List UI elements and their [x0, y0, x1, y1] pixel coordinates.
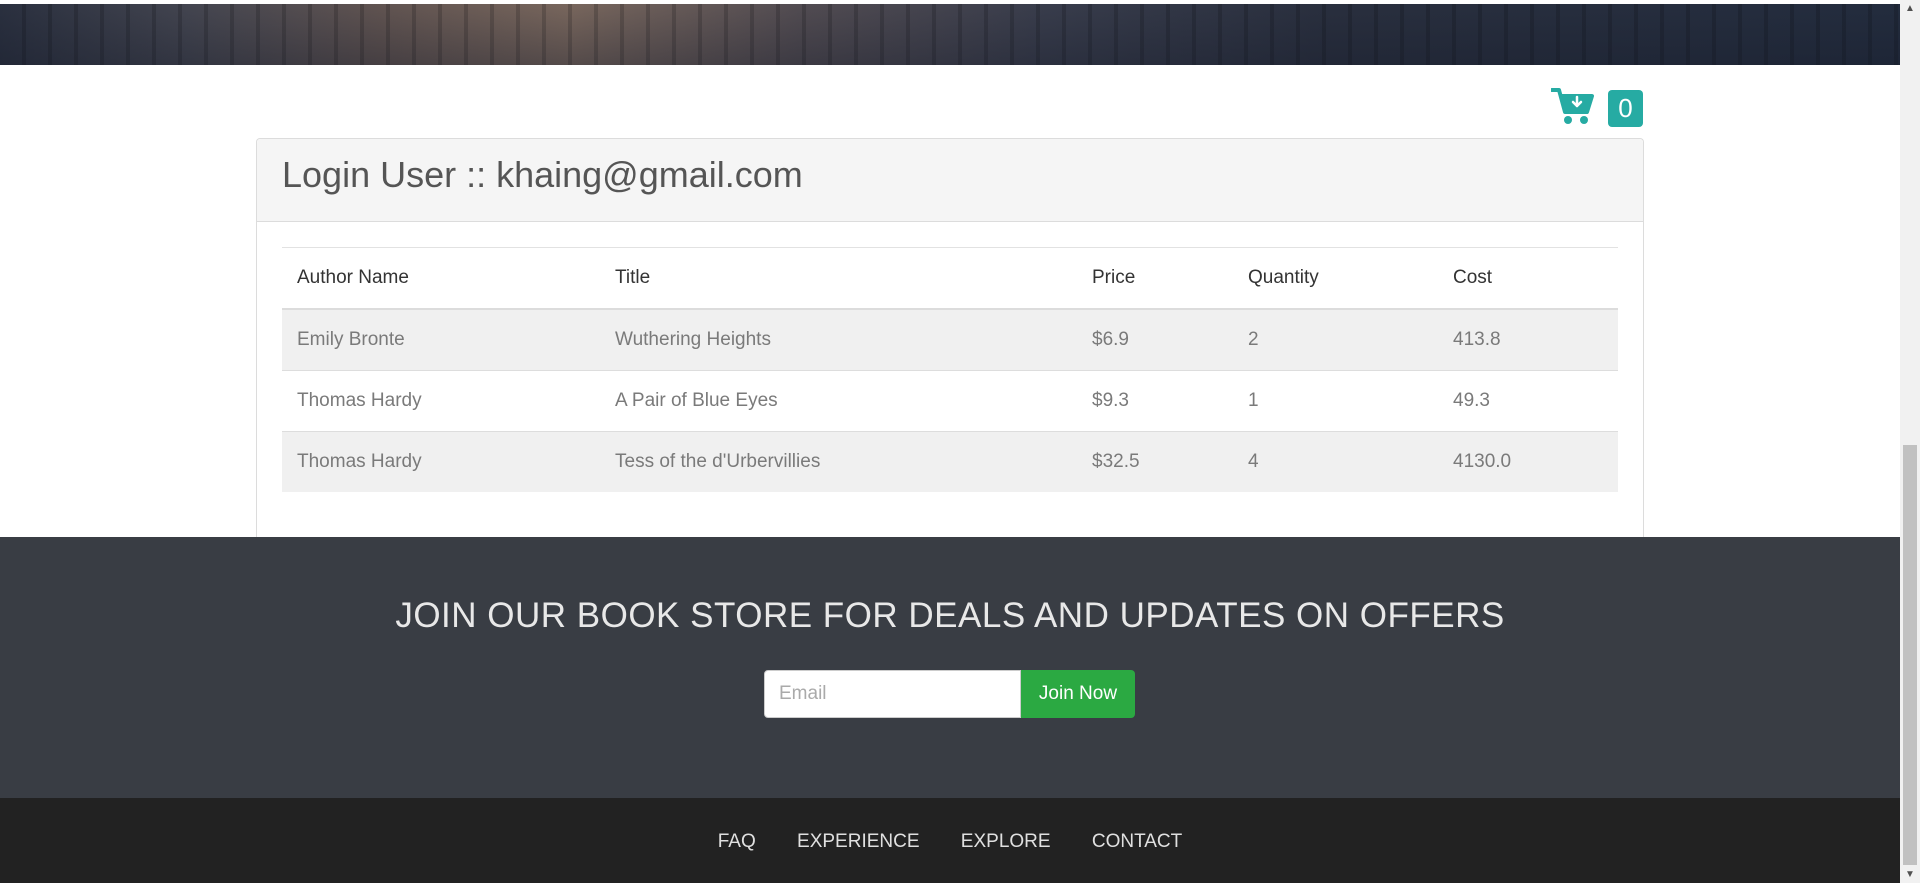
newsletter-section: JOIN OUR BOOK STORE FOR DEALS AND UPDATE… [0, 537, 1900, 798]
cell-title: Wuthering Heights [600, 308, 1077, 371]
footer: FAQ EXPERIENCE EXPLORE CONTACT [0, 798, 1900, 883]
footer-nav: FAQ EXPERIENCE EXPLORE CONTACT [0, 831, 1900, 853]
footer-link-faq[interactable]: FAQ [718, 831, 756, 852]
footer-link-experience[interactable]: EXPERIENCE [797, 831, 919, 852]
cell-author: Thomas Hardy [282, 431, 600, 492]
column-header-title: Title [600, 247, 1077, 310]
orders-table: Author Name Title Price Quantity Cost Em… [282, 247, 1618, 492]
table-header-row: Author Name Title Price Quantity Cost [282, 247, 1618, 310]
cart-count-badge[interactable]: 0 [1608, 90, 1643, 127]
column-header-cost: Cost [1438, 247, 1618, 310]
page: 0 Login User :: khaing@gmail.com Author … [0, 0, 1900, 883]
cell-cost: 49.3 [1438, 370, 1618, 432]
cell-cost: 4130.0 [1438, 431, 1618, 492]
email-input[interactable] [764, 670, 1021, 718]
cell-title: A Pair of Blue Eyes [600, 370, 1077, 432]
orders-panel: Login User :: khaing@gmail.com Author Na… [256, 138, 1644, 539]
hero-banner-image [0, 4, 1900, 65]
panel-heading: Login User :: khaing@gmail.com [257, 139, 1643, 222]
scroll-up-arrow-icon[interactable]: ▲ [1900, 0, 1920, 17]
footer-link-contact[interactable]: CONTACT [1092, 831, 1182, 852]
cell-quantity: 2 [1233, 308, 1438, 371]
join-now-button[interactable]: Join Now [1021, 670, 1135, 718]
newsletter-heading: JOIN OUR BOOK STORE FOR DEALS AND UPDATE… [395, 596, 1505, 635]
cell-author: Emily Bronte [282, 308, 600, 371]
cell-quantity: 1 [1233, 370, 1438, 432]
column-header-quantity: Quantity [1233, 247, 1438, 310]
scroll-down-arrow-icon[interactable]: ▼ [1900, 866, 1920, 883]
vertical-scrollbar[interactable]: ▲ ▼ [1900, 0, 1920, 883]
table-row: Thomas Hardy Tess of the d'Urbervillies … [282, 431, 1618, 492]
cell-author: Thomas Hardy [282, 370, 600, 432]
table-row: Emily Bronte Wuthering Heights $6.9 2 41… [282, 308, 1618, 371]
cell-quantity: 4 [1233, 431, 1438, 492]
cell-price: $9.3 [1077, 370, 1233, 432]
column-header-price: Price [1077, 247, 1233, 310]
login-user-title: Login User :: khaing@gmail.com [282, 154, 803, 195]
scroll-thumb[interactable] [1903, 445, 1917, 865]
table-row: Thomas Hardy A Pair of Blue Eyes $9.3 1 … [282, 370, 1618, 432]
cell-title: Tess of the d'Urbervillies [600, 431, 1077, 492]
column-header-author: Author Name [282, 247, 600, 310]
cell-price: $32.5 [1077, 431, 1233, 492]
cell-price: $6.9 [1077, 308, 1233, 371]
footer-link-explore[interactable]: EXPLORE [961, 831, 1051, 852]
cart-icon[interactable] [1550, 86, 1595, 126]
cell-cost: 413.8 [1438, 308, 1618, 371]
